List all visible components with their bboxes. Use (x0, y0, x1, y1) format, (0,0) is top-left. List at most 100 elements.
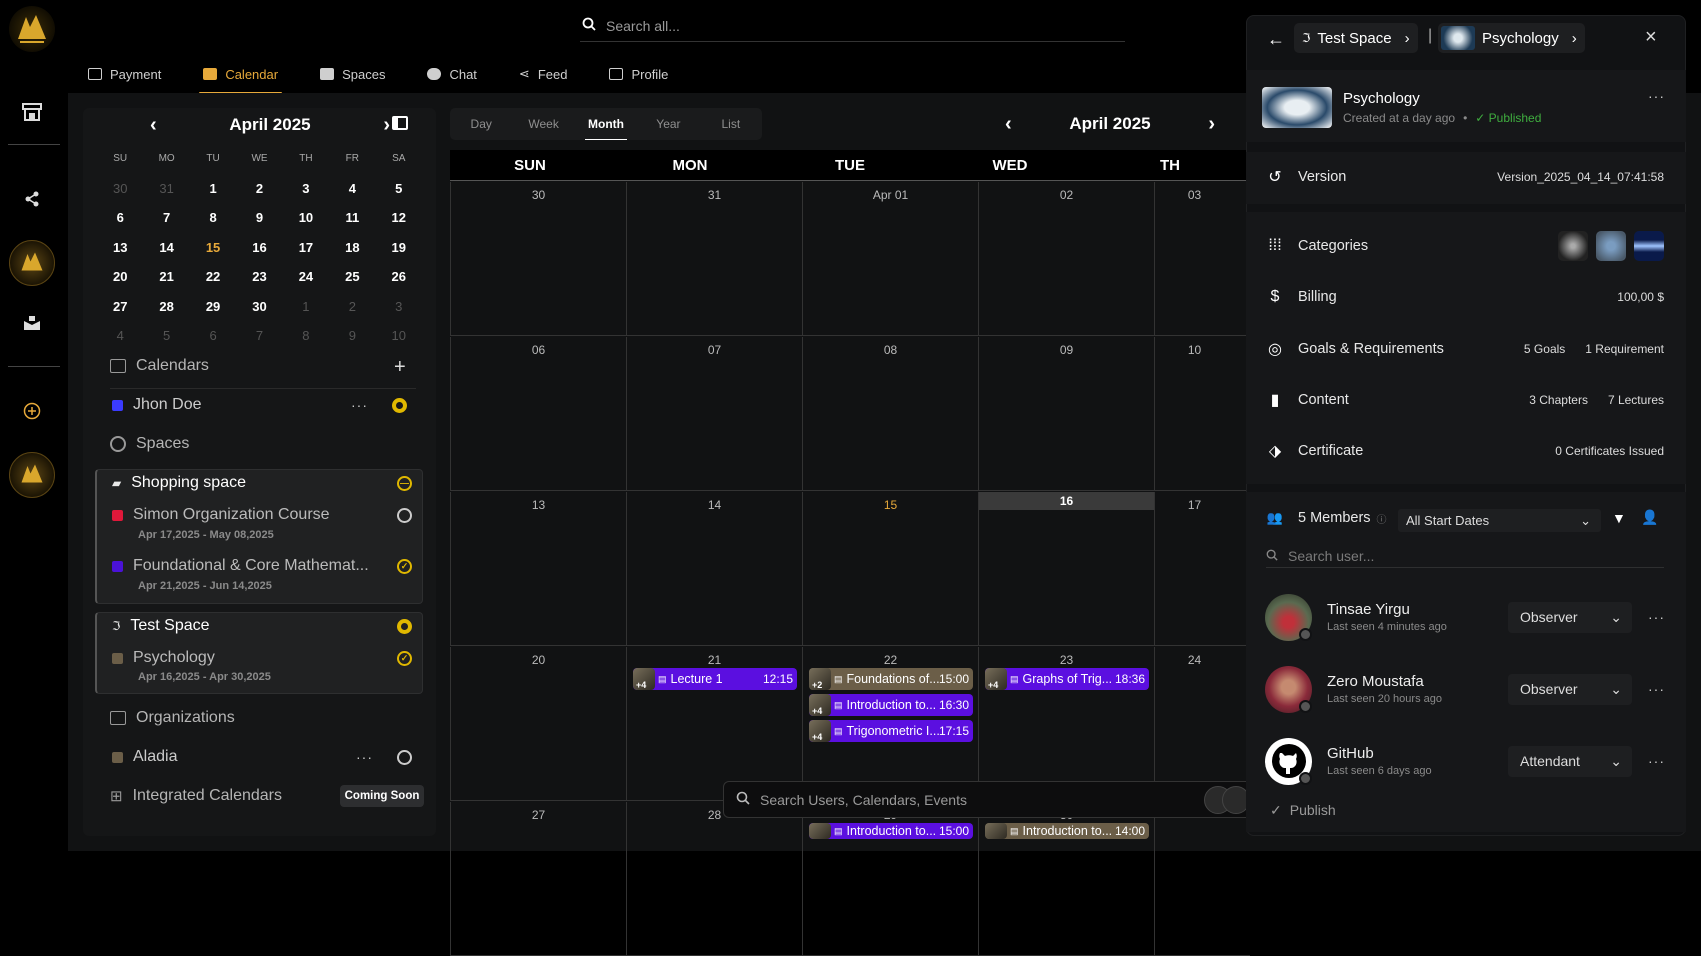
day-cell[interactable]: 9 (329, 321, 375, 350)
store-icon[interactable] (20, 100, 44, 124)
certificate-row[interactable]: ⬗ Certificate 0 Certificates Issued (1266, 441, 1664, 461)
day-cell[interactable]: 26 (376, 262, 422, 291)
start-dates-select[interactable]: All Start Dates ⌄ (1398, 509, 1601, 532)
calendar-day-cell[interactable]: 15 (802, 492, 978, 646)
calendar-day-cell[interactable]: 06 (450, 337, 626, 491)
day-cell[interactable]: 29 (190, 292, 236, 321)
nav-profile[interactable]: Profile (609, 62, 668, 86)
day-cell[interactable]: 5 (376, 174, 422, 203)
day-cell[interactable]: 9 (236, 203, 282, 232)
calendar-day-cell[interactable]: 03 (1154, 182, 1234, 336)
checked-circle-icon[interactable]: ✓ (397, 558, 412, 574)
day-cell[interactable]: 16 (236, 233, 282, 262)
calendar-day-cell[interactable]: 07 (626, 337, 802, 491)
day-cell[interactable]: 6 (190, 321, 236, 350)
more-icon[interactable]: ··· (1648, 88, 1665, 104)
day-cell[interactable]: 2 (236, 174, 282, 203)
calendar-day-cell[interactable]: 01 (1154, 802, 1234, 956)
view-day[interactable]: Day (450, 117, 512, 131)
filter-icon[interactable]: ▼ (1612, 510, 1626, 526)
calendar-day-cell[interactable]: 14 (626, 492, 802, 646)
day-cell[interactable]: 8 (283, 321, 329, 350)
calendar-day-cell[interactable]: 09 (978, 337, 1154, 491)
next-month-icon[interactable]: › (383, 114, 390, 137)
org-logo-2[interactable] (9, 452, 55, 498)
day-cell[interactable]: 3 (283, 174, 329, 203)
more-icon[interactable]: ··· (1648, 681, 1665, 697)
global-search[interactable]: Search all... (580, 10, 1125, 42)
calendar-day-cell[interactable]: Apr 01 (802, 182, 978, 336)
view-month[interactable]: Month (575, 117, 637, 140)
day-cell[interactable]: 24 (283, 262, 329, 291)
day-cell[interactable]: 18 (329, 233, 375, 262)
day-cell[interactable]: 1 (283, 292, 329, 321)
day-cell[interactable]: 7 (143, 203, 189, 232)
app-logo[interactable] (9, 6, 55, 52)
add-user-icon[interactable]: 👤 (1641, 509, 1658, 526)
calendar-day-cell[interactable]: 17 (1154, 492, 1234, 646)
day-cell[interactable]: 5 (143, 321, 189, 350)
calendar-day-cell[interactable]: 08 (802, 337, 978, 491)
day-cell[interactable]: 4 (97, 321, 143, 350)
day-cell[interactable]: 31 (143, 174, 189, 203)
role-select[interactable]: Attendant ⌄ (1508, 745, 1632, 777)
calendar-day-cell[interactable]: 20 (450, 647, 626, 801)
unchecked-circle-icon[interactable] (397, 507, 412, 523)
more-icon[interactable]: ··· (1648, 609, 1665, 625)
event-lecture1[interactable]: +4 ▤ Lecture 1 12:15 (633, 668, 797, 690)
day-cell[interactable]: 3 (376, 292, 422, 321)
close-icon[interactable]: × (1645, 26, 1657, 49)
event-introduction[interactable]: ▤ Introduction to... 15:00 (809, 823, 973, 839)
calendar-day-cell[interactable]: 30 (450, 182, 626, 336)
space-shopping[interactable]: ▰ Shopping space — (112, 474, 412, 492)
day-cell[interactable]: 20 (97, 262, 143, 291)
avatar[interactable] (1265, 665, 1312, 713)
day-cell[interactable]: 8 (190, 203, 236, 232)
version-row[interactable]: ↺ Version Version_2025_04_14_07:41:58 (1266, 167, 1664, 187)
share-icon[interactable] (20, 187, 44, 211)
unchecked-circle-icon[interactable] (397, 749, 412, 765)
next-month-icon[interactable]: › (1208, 113, 1215, 136)
event-trigonometric[interactable]: +4 ▤ Trigonometric I... 17:15 (809, 720, 973, 742)
prev-month-icon[interactable]: ‹ (1005, 113, 1012, 136)
day-cell[interactable]: 1 (190, 174, 236, 203)
member-search[interactable]: Search user... (1266, 544, 1664, 568)
add-calendar-icon[interactable]: + (394, 356, 406, 379)
goals-row[interactable]: ◎ Goals & Requirements 5 Goals 1 Requirem… (1266, 339, 1664, 359)
role-select[interactable]: Observer ⌄ (1508, 601, 1632, 633)
nav-chat[interactable]: Chat (427, 62, 477, 86)
event-introduction[interactable]: +4 ▤ Introduction to... 16:30 (809, 694, 973, 716)
calendar-search[interactable]: Search Users, Calendars, Events (723, 781, 1259, 818)
day-cell[interactable]: 11 (329, 203, 375, 232)
day-cell[interactable]: 15 (190, 233, 236, 262)
space-test[interactable]: ℑ Test Space (112, 617, 412, 635)
calendar-item-jhon-doe[interactable]: Jhon Doe ··· (112, 396, 407, 414)
day-cell[interactable]: 7 (236, 321, 282, 350)
publish-button[interactable]: ✓ Publish (1270, 802, 1336, 819)
day-cell[interactable]: 2 (329, 292, 375, 321)
calendar-day-cell[interactable]: 24 (1154, 647, 1234, 801)
course-foundational[interactable]: Foundational & Core Mathemat... ✓ (112, 557, 412, 575)
course-simon[interactable]: Simon Organization Course (112, 506, 412, 524)
day-cell[interactable]: 13 (97, 233, 143, 262)
view-year[interactable]: Year (637, 117, 699, 131)
avatar[interactable] (1265, 593, 1312, 641)
nav-calendar[interactable]: Calendar (199, 62, 282, 94)
more-icon[interactable]: ··· (351, 397, 368, 413)
view-list[interactable]: List (700, 117, 762, 131)
org-logo-1[interactable] (9, 240, 55, 286)
calendar-day-cell[interactable]: 02 (978, 182, 1154, 336)
calendar-day-cell[interactable]: 27 (450, 802, 626, 956)
day-cell[interactable]: 23 (236, 262, 282, 291)
content-row[interactable]: ▮ Content 3 Chapters 7 Lectures (1266, 390, 1664, 410)
event-introduction[interactable]: ▤ Introduction to... 14:00 (985, 823, 1149, 839)
checked-circle-icon[interactable] (392, 397, 407, 413)
calendar-day-cell[interactable]: 13 (450, 492, 626, 646)
day-cell[interactable]: 17 (283, 233, 329, 262)
day-cell[interactable]: 30 (236, 292, 282, 321)
day-cell[interactable]: 10 (376, 321, 422, 350)
github-icon[interactable] (1265, 737, 1312, 785)
calendar-day-cell[interactable]: 16 (978, 492, 1154, 646)
more-icon[interactable]: ··· (1648, 753, 1665, 769)
role-select[interactable]: Observer ⌄ (1508, 673, 1632, 705)
